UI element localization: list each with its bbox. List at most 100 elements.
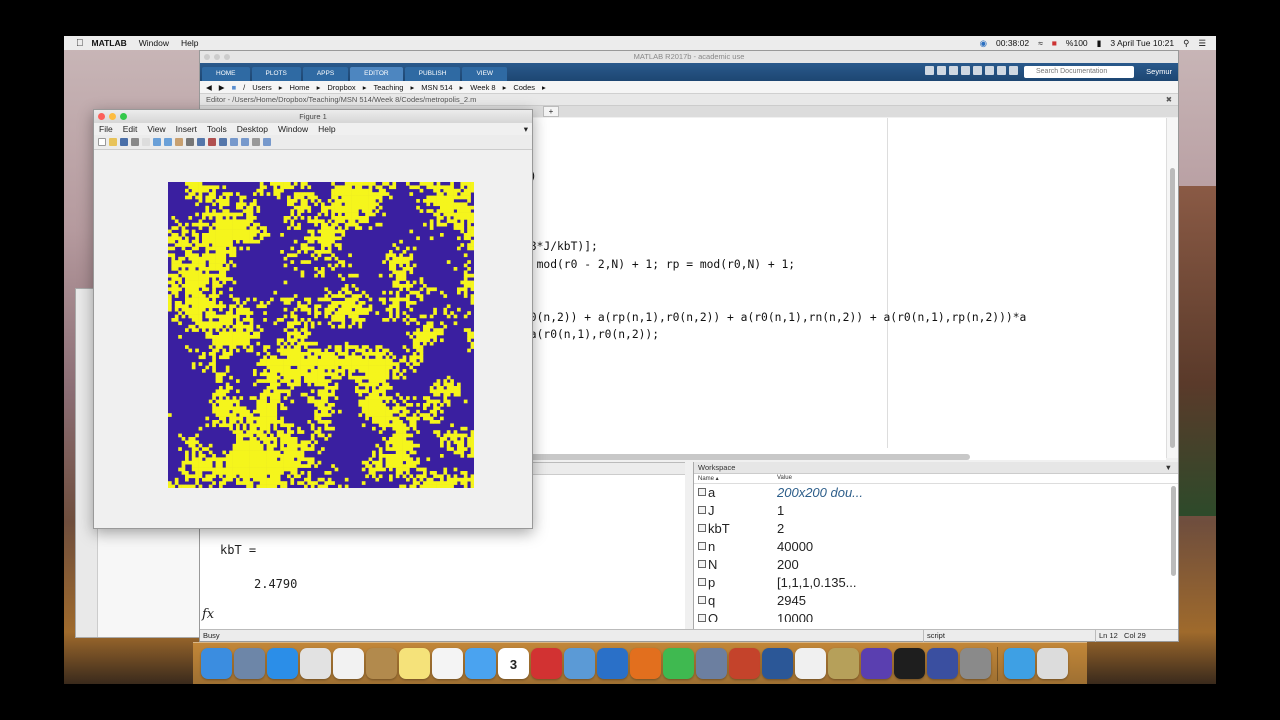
keynote-icon[interactable] [564,648,595,679]
pages-icon[interactable] [795,648,826,679]
path-msn514[interactable]: MSN 514 [421,83,452,92]
pointer-icon[interactable] [142,138,150,146]
undo-icon[interactable] [973,66,982,75]
menu-matlab[interactable]: MATLAB [92,38,127,48]
fig-menu-tools[interactable]: Tools [207,123,227,135]
paste-icon[interactable] [961,66,970,75]
word-icon[interactable] [762,648,793,679]
fig-menu-desktop[interactable]: Desktop [237,123,268,135]
tab-home[interactable]: HOME [202,67,250,81]
workspace-row[interactable]: p [1,1,1,0.135... [694,574,1178,592]
col-name[interactable]: Name ▴ [698,475,719,482]
link-icon[interactable] [219,138,227,146]
path-dropbox[interactable]: Dropbox [327,83,355,92]
opera-icon[interactable] [531,648,562,679]
save-icon[interactable] [925,66,934,75]
close-editor-icon[interactable]: ✖ [1166,94,1172,106]
tab-publish[interactable]: PUBLISH [404,67,461,81]
battery-icon[interactable]: ▮ [1097,38,1102,49]
fig-menu-insert[interactable]: Insert [176,123,197,135]
book-icon[interactable] [366,648,397,679]
datetime-text[interactable]: 3 April Tue 10:21 [1110,38,1174,48]
folder-icon[interactable] [1004,648,1035,679]
brush-icon[interactable] [208,138,216,146]
notes-icon[interactable] [399,648,430,679]
fig-menu-edit[interactable]: Edit [123,123,138,135]
workspace-row[interactable]: J1 [694,502,1178,520]
wifi-icon[interactable]: ≈ [1038,38,1043,48]
reminders-icon[interactable] [432,648,463,679]
editor-horizontal-scrollbar[interactable] [530,454,970,460]
apple-icon[interactable]:  [76,38,84,49]
zoom-icon[interactable] [224,54,230,60]
tab-view[interactable]: VIEW [462,67,508,81]
menu-list-icon[interactable]: ☰ [1198,38,1206,49]
pan-icon[interactable] [175,138,183,146]
minimize-icon[interactable] [109,113,116,120]
transmit-icon[interactable] [828,648,859,679]
safari-icon[interactable] [267,648,298,679]
workspace-row[interactable]: Q 10000 [694,610,1178,622]
zoom-out-icon[interactable] [164,138,172,146]
data-cursor-icon[interactable] [197,138,205,146]
matlab-icon[interactable] [630,648,661,679]
chevron-down-icon[interactable]: ▾ [524,123,528,135]
texmaker-icon[interactable] [927,648,958,679]
photos-icon[interactable] [234,648,265,679]
zoom-icon[interactable] [120,113,127,120]
path-week8[interactable]: Week 8 [470,83,495,92]
print-icon[interactable] [131,138,139,146]
quicktime-icon[interactable] [597,648,628,679]
menu-help[interactable]: Help [181,38,198,48]
flag-icon[interactable]: ■ [1052,38,1057,48]
show-plot-tools-icon[interactable] [263,138,271,146]
colorbar-icon[interactable] [230,138,238,146]
back-icon[interactable]: ◀ [206,83,212,92]
workspace-scrollbar[interactable] [1171,486,1176,576]
path-codes[interactable]: Codes [513,83,535,92]
menu-window[interactable]: Window [139,38,169,48]
fig-menu-window[interactable]: Window [278,123,308,135]
chrome-icon[interactable] [300,648,331,679]
recording-icon[interactable]: ◉ [980,38,987,49]
trash-icon[interactable] [1037,648,1068,679]
search-documentation-input[interactable]: Search Documentation [1024,66,1134,78]
mendeley-icon[interactable] [861,648,892,679]
facetime-icon[interactable] [663,648,694,679]
path-teaching[interactable]: Teaching [373,83,403,92]
tab-plots[interactable]: PLOTS [251,67,301,81]
workspace-row[interactable]: n 40000 [694,538,1178,556]
terminal-icon[interactable] [894,648,925,679]
itunes-icon[interactable] [333,648,364,679]
path-home[interactable]: Home [290,83,310,92]
path-root[interactable]: / [243,83,245,92]
rotate-icon[interactable] [186,138,194,146]
user-menu[interactable]: Seymur [1146,67,1172,76]
workspace-row[interactable]: N 200 [694,556,1178,574]
ising-lattice-image[interactable] [168,182,474,488]
redo-icon[interactable] [985,66,994,75]
close-icon[interactable] [98,113,105,120]
workspace-row[interactable]: q 2945 [694,592,1178,610]
new-tab-button[interactable]: + [543,106,559,117]
preview-icon[interactable] [696,648,727,679]
workspace-options-icon[interactable]: ▼ [1165,462,1172,474]
switch-windows-icon[interactable] [997,66,1006,75]
open-icon[interactable] [109,138,117,146]
settings-icon[interactable] [960,648,991,679]
search-icon[interactable]: ⚲ [1183,38,1189,49]
finder-icon[interactable] [201,648,232,679]
calendar-icon[interactable]: 3 [498,648,529,679]
forward-icon[interactable]: ▶ [219,83,225,92]
minimize-icon[interactable] [214,54,220,60]
zoom-in-icon[interactable] [153,138,161,146]
editor-vertical-scrollbar[interactable] [1166,118,1178,458]
hide-plot-tools-icon[interactable] [252,138,260,146]
cut-icon[interactable] [937,66,946,75]
workspace-row[interactable]: a 200x200 dou... [694,484,1178,502]
col-value[interactable]: Value [777,475,792,481]
powerpoint-icon[interactable] [729,648,760,679]
folder-icon[interactable]: ■ [232,83,237,92]
fig-menu-help[interactable]: Help [318,123,335,135]
new-figure-icon[interactable] [98,138,106,146]
